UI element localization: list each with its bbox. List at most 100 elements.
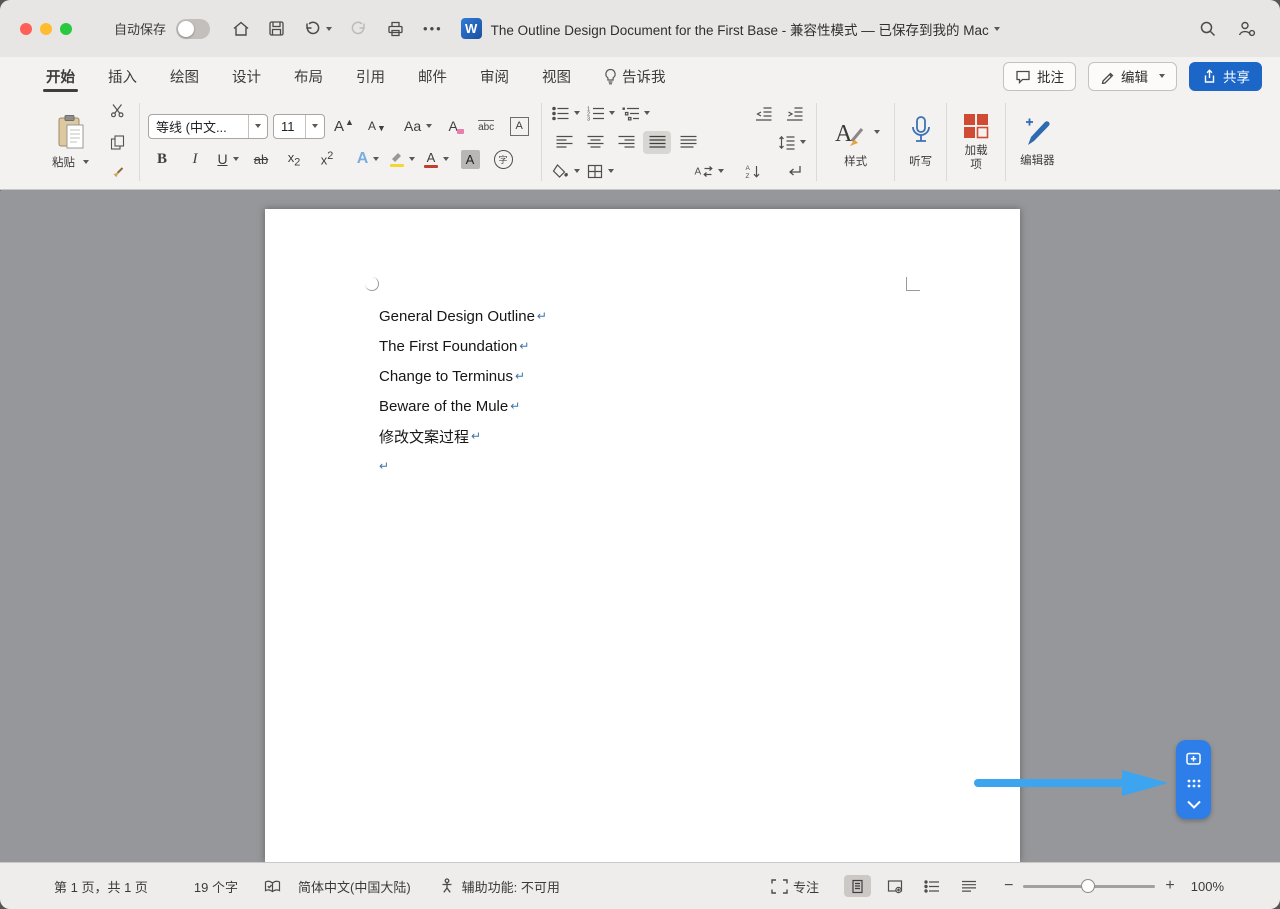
numbered-list-button[interactable]: 123 xyxy=(585,102,617,125)
strikethrough-button[interactable]: ab xyxy=(247,148,275,171)
more-options-icon[interactable]: ••• xyxy=(423,21,443,36)
focus-mode-button[interactable]: 专注 xyxy=(793,877,819,896)
character-border-button[interactable]: A xyxy=(505,115,533,138)
format-painter-button[interactable] xyxy=(103,163,131,186)
undo-button[interactable] xyxy=(303,20,332,38)
person-gear-icon[interactable] xyxy=(1237,20,1256,38)
justify-button[interactable] xyxy=(643,131,671,154)
multilevel-list-button[interactable] xyxy=(620,102,652,125)
tab-references[interactable]: 引用 xyxy=(356,57,385,95)
zoom-slider[interactable] xyxy=(1023,885,1155,888)
document-title[interactable]: The Outline Design Document for the Firs… xyxy=(491,19,1000,39)
highlight-color-button[interactable] xyxy=(387,148,417,171)
autosave-toggle[interactable] xyxy=(176,19,210,39)
comments-button[interactable]: 批注 xyxy=(1003,62,1076,91)
floating-tools-panel[interactable] xyxy=(1176,740,1211,819)
redo-button[interactable] xyxy=(350,20,368,38)
align-right-button[interactable] xyxy=(612,131,640,154)
doc-line[interactable]: ↵ xyxy=(379,451,547,481)
share-button[interactable]: 共享 xyxy=(1189,62,1262,91)
zoom-out-button[interactable]: − xyxy=(1004,877,1013,895)
tab-view[interactable]: 视图 xyxy=(542,57,571,95)
edit-mode-button[interactable]: 编辑 xyxy=(1088,62,1177,91)
paste-button[interactable]: 粘贴 xyxy=(46,112,95,172)
doc-line[interactable]: 修改文案过程↵ xyxy=(379,421,547,451)
character-shading-button[interactable]: A xyxy=(456,148,484,171)
change-case-button[interactable]: Aa xyxy=(402,115,434,138)
clear-formatting-button[interactable]: A xyxy=(439,115,467,138)
highlighter-icon xyxy=(389,151,404,167)
superscript-button[interactable]: x2 xyxy=(313,148,341,171)
document-area[interactable]: General Design Outline↵ The First Founda… xyxy=(0,191,1280,862)
cut-button[interactable] xyxy=(103,99,131,122)
tab-review[interactable]: 审阅 xyxy=(480,57,509,95)
tab-home[interactable]: 开始 xyxy=(46,57,75,95)
tab-design[interactable]: 设计 xyxy=(232,57,261,95)
tab-draw[interactable]: 绘图 xyxy=(170,57,199,95)
accessibility-status[interactable]: 辅助功能: 不可用 xyxy=(462,877,560,896)
font-name-combobox[interactable]: 等线 (中文... xyxy=(148,114,268,139)
shrink-font-button[interactable]: A▲ xyxy=(363,115,391,138)
doc-line[interactable]: Change to Terminus↵ xyxy=(379,361,547,391)
zoom-slider-knob[interactable] xyxy=(1081,879,1095,893)
paragraph-mark-button[interactable] xyxy=(780,160,808,183)
doc-line[interactable]: Beware of the Mule↵ xyxy=(379,391,547,421)
shading-button[interactable] xyxy=(550,160,582,183)
italic-button[interactable]: I xyxy=(181,148,209,171)
outline-view-button[interactable] xyxy=(918,875,945,897)
zoom-window-button[interactable] xyxy=(60,23,72,35)
chevron-down-icon xyxy=(1159,74,1165,78)
text-effects-button[interactable]: A xyxy=(354,148,382,171)
bullet-list-button[interactable] xyxy=(550,102,582,125)
editor-button[interactable]: 编辑器 xyxy=(1014,114,1061,170)
styles-button[interactable]: A 样式 xyxy=(825,113,886,171)
font-size-combobox[interactable]: 11 xyxy=(273,114,325,139)
web-layout-view-button[interactable] xyxy=(881,875,908,897)
underline-button[interactable]: U xyxy=(214,148,242,171)
language-indicator[interactable]: 简体中文(中国大陆) xyxy=(298,877,411,896)
zoom-in-button[interactable]: + xyxy=(1165,877,1174,895)
add-comment-icon[interactable] xyxy=(1185,751,1202,768)
word-window: 自动保存 ••• W The Outline Design Document f… xyxy=(0,0,1280,909)
tab-layout[interactable]: 布局 xyxy=(294,57,323,95)
draft-view-button[interactable] xyxy=(955,875,982,897)
sort-button[interactable]: AZ xyxy=(739,160,767,183)
subscript-button[interactable]: x2 xyxy=(280,148,308,171)
page-indicator[interactable]: 第 1 页，共 1 页 xyxy=(54,877,148,896)
tab-mailings[interactable]: 邮件 xyxy=(418,57,447,95)
align-center-button[interactable] xyxy=(581,131,609,154)
spellcheck-icon[interactable] xyxy=(264,879,282,894)
borders-button[interactable] xyxy=(585,160,616,183)
phonetic-guide-button[interactable]: abc xyxy=(472,115,500,138)
tab-insert[interactable]: 插入 xyxy=(108,57,137,95)
zoom-level[interactable]: 100% xyxy=(1191,879,1224,894)
copy-button[interactable] xyxy=(103,131,131,154)
grow-font-button[interactable]: A▲ xyxy=(330,115,358,138)
minimize-window-button[interactable] xyxy=(40,23,52,35)
home-icon[interactable] xyxy=(232,20,250,38)
document-page[interactable]: General Design Outline↵ The First Founda… xyxy=(265,209,1020,862)
print-layout-view-button[interactable] xyxy=(844,875,871,897)
font-color-button[interactable]: A xyxy=(422,148,451,171)
tab-tell-me[interactable]: 告诉我 xyxy=(604,57,666,95)
tab-label: 开始 xyxy=(46,66,75,87)
distribute-text-button[interactable] xyxy=(674,131,702,154)
increase-indent-button[interactable] xyxy=(780,102,808,125)
align-left-button[interactable] xyxy=(550,131,578,154)
enclose-characters-button[interactable]: 字 xyxy=(489,148,517,171)
line-spacing-button[interactable] xyxy=(776,131,808,154)
collapse-chevron-icon[interactable] xyxy=(1186,800,1202,809)
close-window-button[interactable] xyxy=(20,23,32,35)
doc-line[interactable]: General Design Outline↵ xyxy=(379,301,547,331)
decrease-indent-button[interactable] xyxy=(749,102,777,125)
dictate-button[interactable]: 听写 xyxy=(903,113,938,171)
bold-button[interactable]: B xyxy=(148,148,176,171)
doc-line[interactable]: The First Foundation↵ xyxy=(379,331,547,361)
print-icon[interactable] xyxy=(386,20,405,38)
asian-layout-button[interactable]: A xyxy=(692,160,726,183)
save-icon[interactable] xyxy=(268,20,285,37)
word-count[interactable]: 19 个字 xyxy=(194,877,238,896)
addins-button[interactable]: 加载项 xyxy=(955,109,997,175)
search-icon[interactable] xyxy=(1199,20,1217,38)
grid-dots-icon[interactable] xyxy=(1185,778,1203,789)
